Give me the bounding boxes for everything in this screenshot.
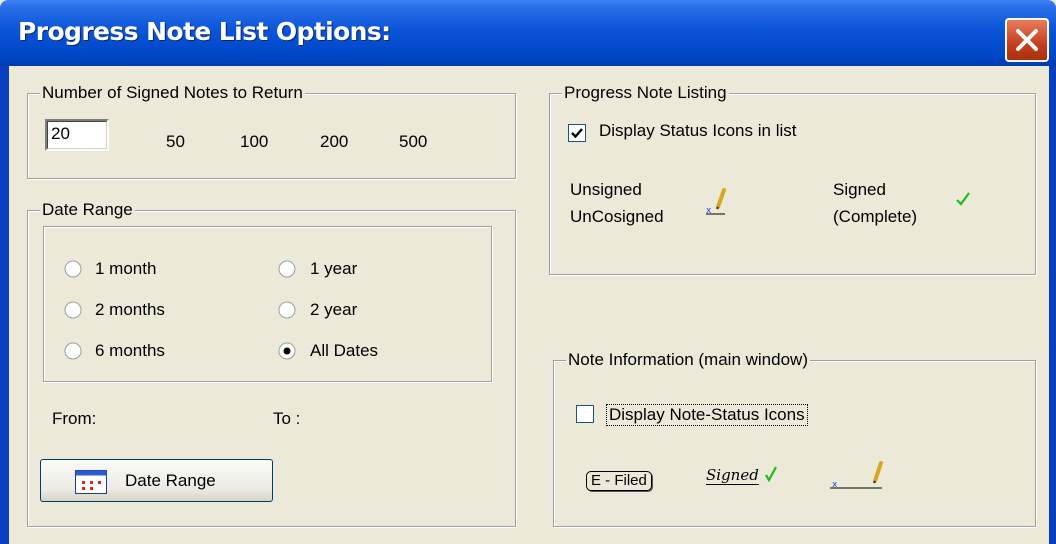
listing-legend: Progress Note Listing [562, 83, 729, 103]
radio-all-dates-label[interactable]: All Dates [310, 341, 378, 361]
notes-option-50[interactable]: 50 [166, 132, 185, 152]
radio-6-months-label[interactable]: 6 months [95, 341, 165, 361]
signed-notes-legend: Number of Signed Notes to Return [40, 83, 305, 103]
radio-1-year-label[interactable]: 1 year [310, 259, 357, 279]
efiled-badge: E - Filed [586, 471, 652, 491]
signed-check-icon [956, 192, 970, 206]
unsigned-pencil-icon: x [706, 188, 726, 215]
from-label: From: [52, 409, 97, 428]
window-border-left [0, 66, 9, 544]
notes-option-500[interactable]: 500 [399, 132, 427, 152]
signed-notes-group: Number of Signed Notes to Return 20 50 1… [27, 83, 516, 179]
calendar-icon [75, 470, 107, 494]
uncosigned-label: UnCosigned [570, 207, 664, 226]
radio-2-year[interactable] [278, 301, 296, 319]
window-border-right [1049, 66, 1056, 544]
radio-1-month[interactable] [64, 260, 82, 278]
radio-all-dates[interactable] [278, 342, 296, 360]
notes-count-input[interactable]: 20 [45, 119, 109, 151]
date-range-group: Date Range 1 month 2 months 6 months 1 y… [27, 200, 516, 527]
close-button[interactable] [1005, 18, 1049, 62]
to-label: To : [273, 409, 301, 428]
date-range-button-label: Date Range [125, 471, 216, 490]
notes-option-100[interactable]: 100 [240, 132, 268, 152]
progress-note-listing-group: Progress Note Listing Display Status Ico… [549, 83, 1036, 275]
display-status-icons-checkbox[interactable] [568, 124, 586, 142]
radio-2-months-label[interactable]: 2 months [95, 300, 165, 320]
title-bar[interactable]: Progress Note List Options: [0, 0, 1056, 66]
signed-check-icon-small [765, 466, 777, 483]
window-title: Progress Note List Options: [18, 17, 391, 46]
close-icon [1016, 29, 1038, 51]
display-note-status-icons-checkbox[interactable] [576, 405, 594, 423]
signed-label: Signed [833, 180, 886, 199]
radio-6-months[interactable] [64, 342, 82, 360]
signed-signature-label: Signed [706, 466, 759, 485]
note-information-group: Note Information (main window) Display N… [553, 350, 1036, 527]
options-dialog: Progress Note List Options: Number of Si… [0, 0, 1056, 544]
radio-2-months[interactable] [64, 301, 82, 319]
date-range-legend: Date Range [40, 200, 135, 220]
radio-1-year[interactable] [278, 260, 296, 278]
note-info-legend: Note Information (main window) [566, 350, 810, 370]
unsigned-pencil-icon-small: x [830, 461, 883, 489]
radio-2-year-label[interactable]: 2 year [310, 300, 357, 320]
date-range-button[interactable]: Date Range [40, 459, 273, 502]
complete-label: (Complete) [833, 207, 918, 226]
display-status-icons-label[interactable]: Display Status Icons in list [599, 121, 796, 141]
display-note-status-icons-label[interactable]: Display Note-Status Icons [606, 404, 808, 426]
checkmark-icon [571, 128, 583, 139]
notes-option-200[interactable]: 200 [320, 132, 348, 152]
date-range-options-panel: 1 month 2 months 6 months 1 year 2 year … [43, 226, 492, 382]
radio-1-month-label[interactable]: 1 month [95, 259, 156, 279]
unsigned-label: Unsigned [570, 180, 642, 199]
